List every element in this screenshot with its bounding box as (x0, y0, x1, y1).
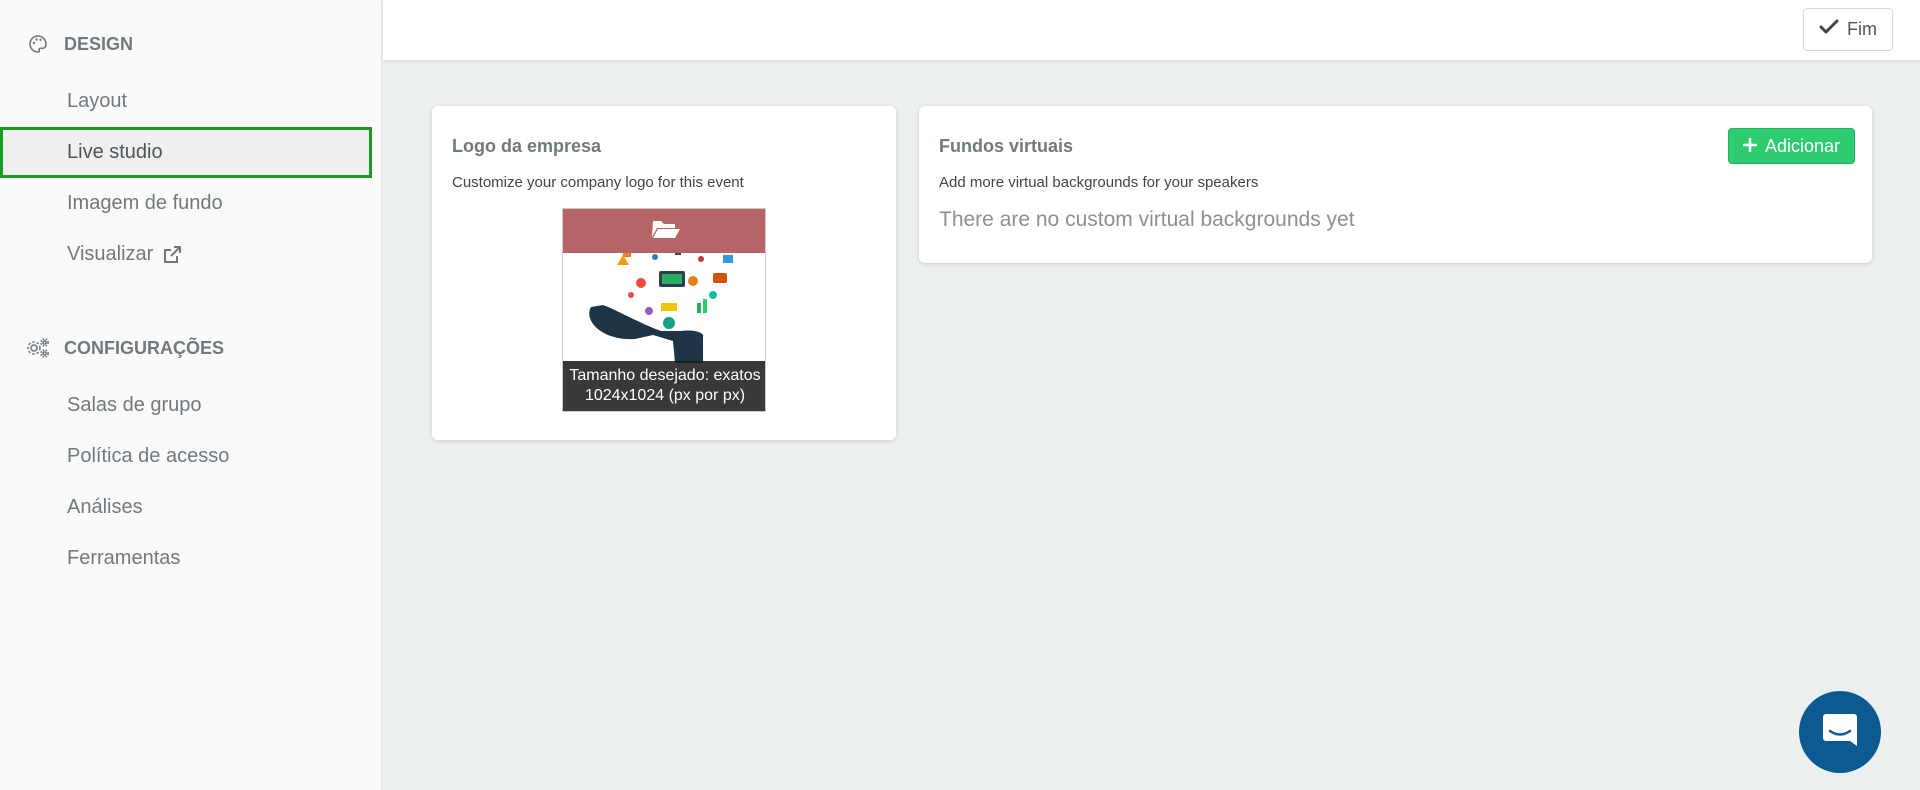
sidebar: DESIGN Layout Live studio Imagem de fund… (0, 0, 382, 790)
sidebar-item-salas-de-grupo[interactable]: Salas de grupo (0, 380, 381, 431)
section-config-header: CONFIGURAÇÕES (0, 328, 381, 368)
top-bar: Fim (383, 0, 1920, 60)
gears-icon (26, 336, 50, 360)
company-logo-card: Logo da empresa Customize your company l… (432, 106, 896, 440)
sidebar-item-analises[interactable]: Análises (0, 482, 381, 533)
chat-icon (1820, 710, 1860, 755)
add-label: Adicionar (1764, 135, 1840, 156)
plus-icon (1742, 136, 1758, 157)
sidebar-item-live-studio[interactable]: Live studio (0, 127, 372, 178)
config-nav-list: Salas de grupo Política de acesso Anális… (0, 380, 381, 584)
sidebar-item-layout[interactable]: Layout (0, 76, 381, 127)
sidebar-item-label: Visualizar (67, 243, 154, 265)
virtual-backgrounds-card: Fundos virtuais Add more virtual backgro… (919, 106, 1872, 263)
sidebar-item-label: Política de acesso (67, 445, 230, 467)
caption-line-1: Tamanho desejado: exatos (569, 367, 761, 384)
folder-open-icon (652, 221, 680, 238)
sidebar-item-label: Salas de grupo (67, 394, 202, 416)
card-title: Logo da empresa (452, 136, 602, 156)
sidebar-item-label: Live studio (67, 141, 163, 163)
logo-size-caption: Tamanho desejado: exatos 1024x1024 (px p… (563, 361, 765, 411)
fim-button[interactable]: Fim (1803, 8, 1893, 51)
check-icon (1819, 19, 1839, 40)
section-design-title: DESIGN (64, 33, 134, 54)
card-subtitle: Add more virtual backgrounds for your sp… (939, 174, 1259, 191)
sidebar-item-visualizar[interactable]: Visualizar (0, 229, 381, 280)
add-background-button[interactable]: Adicionar (1727, 128, 1855, 164)
card-subtitle: Customize your company logo for this eve… (452, 174, 744, 191)
sidebar-item-imagem-de-fundo[interactable]: Imagem de fundo (0, 178, 381, 229)
card-title: Fundos virtuais (939, 136, 1074, 156)
empty-state-message: There are no custom virtual backgrounds … (939, 208, 1355, 231)
sidebar-item-label: Imagem de fundo (67, 192, 223, 214)
sidebar-item-label: Ferramentas (67, 547, 181, 569)
palette-icon (26, 32, 50, 56)
external-link-icon (161, 244, 183, 266)
caption-line-2: 1024x1024 (px por px) (584, 387, 746, 404)
chat-launcher-button[interactable] (1799, 691, 1881, 773)
logo-upload-area[interactable]: Tamanho desejado: exatos 1024x1024 (px p… (562, 208, 766, 412)
section-config-title: CONFIGURAÇÕES (64, 337, 225, 358)
fim-label: Fim (1847, 19, 1877, 39)
design-nav-list: Layout Live studio Imagem de fundo Visua… (0, 76, 381, 280)
sidebar-item-politica-de-acesso[interactable]: Política de acesso (0, 431, 381, 482)
sidebar-item-label: Layout (67, 90, 128, 112)
logo-upload-overlay (563, 209, 765, 253)
sidebar-item-ferramentas[interactable]: Ferramentas (0, 533, 381, 584)
section-design-header: DESIGN (0, 24, 381, 64)
sidebar-item-label: Análises (67, 496, 143, 518)
